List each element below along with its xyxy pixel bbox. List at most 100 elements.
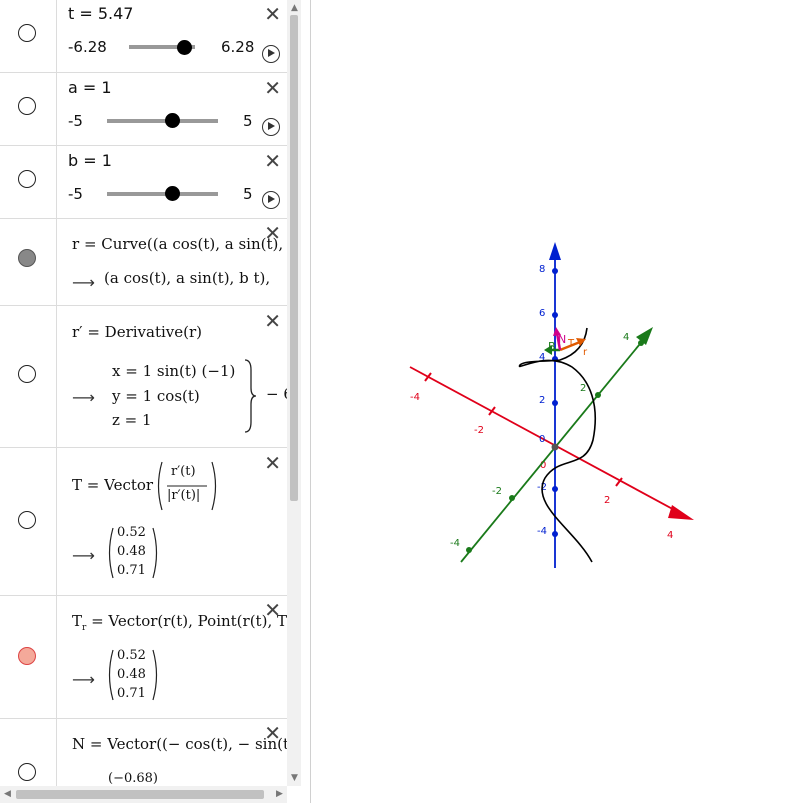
gutter [0,596,57,718]
close-icon[interactable]: ✕ [264,223,281,243]
tangent-r-row: Tr = Vector(r(t), Point(r(t), T ✕ ⟶ 0.52… [0,596,287,719]
horizontal-scroll-thumb[interactable] [16,790,264,799]
play-icon[interactable] [262,45,280,63]
y-tick: -2 [492,486,502,497]
slider-label: t = 5.47 [68,4,134,23]
tangent-row: T = Vector r′(t) |r′(t)| ✕ ⟶ 0.52 0.48 0… [0,448,287,596]
slider-label: b = 1 [68,151,112,170]
gutter [0,73,57,145]
result-arrow: ⟶ [72,388,95,407]
close-icon[interactable]: ✕ [264,151,281,171]
derivative-y: y = 1 cos(t) [112,387,200,405]
slider-knob[interactable] [177,40,192,55]
derivative-z: z = 1 [112,411,152,429]
slider-min: -6.28 [68,38,107,56]
derivative-x: x = 1 sin(t) (−1) [112,362,236,380]
slider-row-a: a = 1 ✕ -5 5 [0,73,287,146]
result-arrow: ⟶ [72,273,95,292]
play-icon[interactable] [262,191,280,209]
y-tick: -4 [450,538,460,549]
visibility-toggle[interactable] [18,511,36,529]
curve-result: (a cos(t), a sin(t), b t), [104,269,271,287]
vector-label-b: B [548,340,556,353]
visibility-toggle[interactable] [18,97,36,115]
y-tick: 4 [623,332,629,343]
vector-label-n: N [558,333,566,346]
tangent-lhs[interactable]: T = Vector [72,476,153,494]
y-axis [460,338,645,563]
vertical-scroll-thumb[interactable] [290,15,298,501]
tangent-numerator: r′(t) [171,464,196,479]
tangent-value-x: 0.52 [117,525,146,540]
slider-row-b: b = 1 ✕ -5 5 [0,146,287,219]
scroll-down-icon[interactable]: ▼ [291,773,298,783]
tr-value-x: 0.52 [117,648,146,663]
scroll-left-icon[interactable]: ◀ [4,789,11,799]
slider-max: 5 [243,112,253,130]
derivative-trailing: − 6 [266,385,287,403]
close-icon[interactable]: ✕ [264,4,281,24]
gutter [0,0,57,72]
visibility-toggle[interactable] [18,365,36,383]
y-tick: 2 [580,383,586,394]
derivative-row: r′ = Derivative(r) ✕ ⟶ x = 1 sin(t) (−1)… [0,306,287,448]
slider-min: -5 [68,112,83,130]
curve-row: r = Curve((a cos(t), a sin(t), b ✕ ⟶ (a … [0,219,287,306]
tangent-value-z: 0.71 [117,563,146,578]
x-axis-arrow-icon [668,505,694,520]
slider-label: a = 1 [68,78,112,97]
z-origin: 0 [539,434,545,445]
tr-value-y: 0.48 [117,667,146,682]
z-tick: -4 [537,526,547,537]
slider-knob[interactable] [165,186,180,201]
brace-icon [244,359,257,433]
result-arrow: ⟶ [72,546,95,565]
close-icon[interactable]: ✕ [264,723,281,743]
graphics-3d-view[interactable]: -4 -2 2 4 0 -4 -2 2 4 -4 -2 2 4 6 8 0 B … [311,0,800,803]
z-tick: 2 [539,395,545,406]
x-tick: 4 [667,530,673,541]
close-icon[interactable]: ✕ [264,453,281,473]
gutter [0,219,57,305]
tangent-value-y: 0.48 [117,544,146,559]
gutter [0,448,57,595]
normal-definition[interactable]: N = Vector((− cos(t), − sin(t) [72,735,287,753]
visibility-toggle[interactable] [18,170,36,188]
slider-row-t: t = 5.47 ✕ -6.28 6.28 [0,0,287,73]
z-tick: 6 [539,308,545,319]
result-arrow: ⟶ [72,670,95,689]
gutter [0,146,57,218]
slider-track[interactable] [107,192,218,196]
visibility-toggle[interactable] [18,249,36,267]
gutter [0,306,57,447]
close-icon[interactable]: ✕ [264,311,281,331]
algebra-view: t = 5.47 ✕ -6.28 6.28 a = 1 ✕ -5 5 b = 1… [0,0,287,803]
close-icon[interactable]: ✕ [264,78,281,98]
vector-label-r: r [583,347,588,358]
visibility-toggle[interactable] [18,24,36,42]
z-tick: 8 [539,264,545,275]
origin-point[interactable] [551,443,559,451]
curve-definition[interactable]: r = Curve((a cos(t), a sin(t), b [72,235,287,253]
visibility-toggle[interactable] [18,647,36,665]
tangent-denominator: |r′(t)| [167,488,201,503]
derivative-definition[interactable]: r′ = Derivative(r) [72,323,202,341]
scroll-up-icon[interactable]: ▲ [291,3,298,13]
slider-knob[interactable] [165,113,180,128]
close-icon[interactable]: ✕ [264,600,281,620]
vector-label-t: T [567,338,575,349]
x-tick: -4 [410,392,420,403]
scroll-right-icon[interactable]: ▶ [276,789,283,799]
z-axis-arrow-icon [549,242,561,260]
slider-max: 6.28 [221,38,255,56]
tangent-r-definition[interactable]: Tr = Vector(r(t), Point(r(t), T [72,612,287,633]
play-icon[interactable] [262,118,280,136]
x-tick: 2 [604,495,610,506]
normal-partial: (−0.68) [108,771,158,786]
visibility-toggle[interactable] [18,763,36,781]
slider-max: 5 [243,185,253,203]
x-tick: -2 [474,425,484,436]
slider-track[interactable] [107,119,218,123]
tr-value-z: 0.71 [117,686,146,701]
slider-min: -5 [68,185,83,203]
